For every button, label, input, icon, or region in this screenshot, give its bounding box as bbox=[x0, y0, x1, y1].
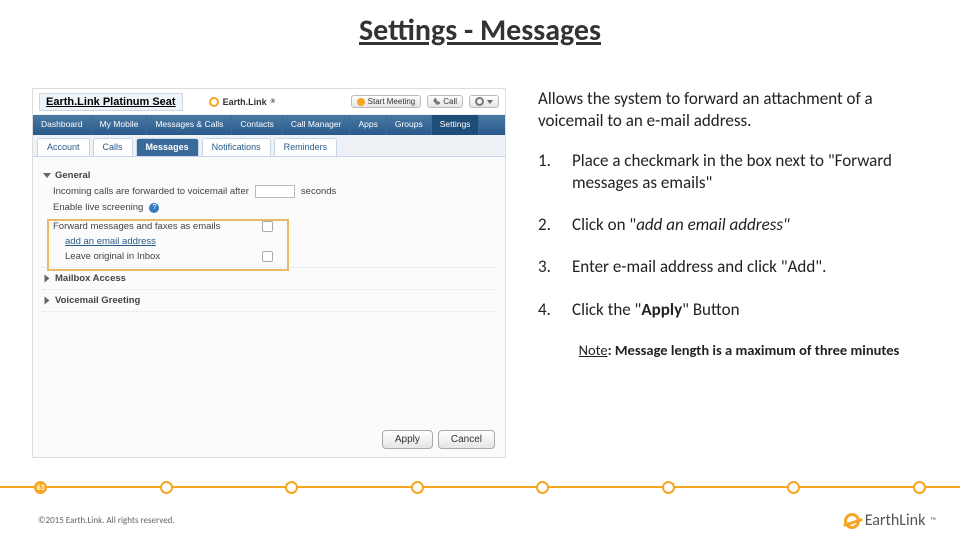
settings-dropdown[interactable] bbox=[469, 95, 499, 108]
gear-icon bbox=[475, 97, 484, 106]
phone-icon bbox=[433, 98, 440, 105]
note-text: Note: Message length is a maximum of thr… bbox=[538, 341, 940, 359]
cancel-button[interactable]: Cancel bbox=[438, 430, 495, 449]
nav2-tab-reminders[interactable]: Reminders bbox=[274, 138, 338, 156]
seat-label: Earth.Link Platinum Seat bbox=[39, 93, 183, 111]
nav2-tab-account[interactable]: Account bbox=[37, 138, 90, 156]
nav1-tab-dashboard[interactable]: Dashboard bbox=[33, 115, 92, 135]
call-button[interactable]: Call bbox=[427, 95, 463, 108]
nav1-tab-contacts[interactable]: Contacts bbox=[232, 115, 283, 135]
nav2-tab-notifications[interactable]: Notifications bbox=[202, 138, 271, 156]
nav2-tab-messages[interactable]: Messages bbox=[136, 138, 199, 156]
footer-logo: EarthLink™ bbox=[844, 511, 936, 530]
app-screenshot: Earth.Link Platinum Seat Earth.Link® Sta… bbox=[32, 88, 506, 458]
step-4: 4.Click the "Apply" Button bbox=[538, 299, 940, 321]
help-icon[interactable]: ? bbox=[149, 203, 159, 213]
slide-title: Settings - Messages bbox=[0, 0, 960, 49]
enable-screening-row: Enable live screening? bbox=[43, 200, 495, 215]
secondary-nav: AccountCallsMessagesNotificationsReminde… bbox=[33, 135, 505, 157]
apply-button[interactable]: Apply bbox=[382, 430, 433, 449]
forward-emails-checkbox[interactable] bbox=[262, 221, 273, 232]
nav2-tab-calls[interactable]: Calls bbox=[93, 138, 133, 156]
section-mailbox-access[interactable]: Mailbox Access bbox=[43, 271, 495, 286]
logo-icon bbox=[844, 513, 860, 529]
nav1-tab-my-mobile[interactable]: My Mobile bbox=[92, 115, 148, 135]
nav1-tab-apps[interactable]: Apps bbox=[350, 115, 386, 135]
chevron-right-icon bbox=[45, 275, 50, 283]
step-3: 3.Enter e-mail address and click "Add". bbox=[538, 256, 940, 278]
nav1-tab-groups[interactable]: Groups bbox=[387, 115, 432, 135]
meeting-icon bbox=[357, 98, 365, 106]
chevron-down-icon bbox=[43, 173, 51, 178]
nav1-tab-settings[interactable]: Settings bbox=[432, 115, 480, 135]
intro-text: Allows the system to forward an attachme… bbox=[538, 88, 940, 132]
timeline-dots: 63 bbox=[0, 481, 960, 494]
primary-nav: DashboardMy MobileMessages & CallsContac… bbox=[33, 115, 505, 135]
brand-logo: Earth.Link® bbox=[209, 97, 275, 107]
section-voicemail-greeting[interactable]: Voicemail Greeting bbox=[43, 293, 495, 308]
add-email-link[interactable]: add an email address bbox=[65, 236, 156, 247]
leave-original-row: Leave original in Inbox bbox=[43, 249, 273, 264]
forward-after-row: Incoming calls are forwarded to voicemai… bbox=[43, 183, 495, 200]
chevron-right-icon bbox=[45, 297, 50, 305]
copyright: ©2015 Earth.Link. All rights reserved. bbox=[38, 515, 175, 526]
leave-original-checkbox[interactable] bbox=[262, 251, 273, 262]
step-2: 2.Click on "add an email address" bbox=[538, 214, 940, 236]
step-1: 1.Place a checkmark in the box next to "… bbox=[538, 150, 940, 194]
forward-as-emails-row: Forward messages and faxes as emails bbox=[43, 219, 273, 234]
nav1-tab-messages-calls[interactable]: Messages & Calls bbox=[147, 115, 232, 135]
add-email-row: add an email address bbox=[43, 234, 495, 249]
seconds-input[interactable] bbox=[255, 185, 295, 198]
nav1-tab-call-manager[interactable]: Call Manager bbox=[283, 115, 351, 135]
start-meeting-button[interactable]: Start Meeting bbox=[351, 95, 422, 108]
page-number-badge: 63 bbox=[34, 481, 47, 494]
section-general[interactable]: General bbox=[43, 168, 495, 183]
chevron-down-icon bbox=[487, 100, 493, 104]
